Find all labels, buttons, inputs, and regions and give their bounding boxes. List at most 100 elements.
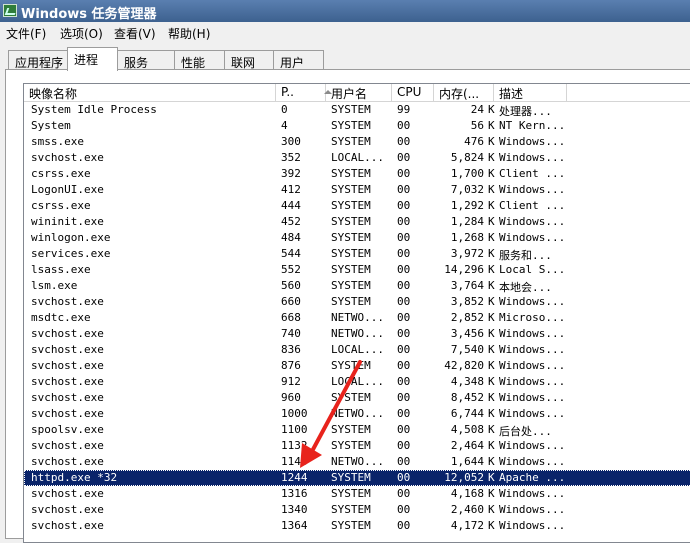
cell-desc: Windows... — [499, 375, 566, 388]
cell-cpu: 00 — [397, 375, 411, 388]
cell-name: wininit.exe — [31, 215, 104, 228]
table-row[interactable]: spoolsv.exe 1100 SYSTEM 00 4,508 K 后台处... — [24, 422, 690, 438]
cell-desc: Windows... — [499, 183, 566, 196]
cell-user: SYSTEM — [331, 503, 371, 516]
cell-mem: 1,292 — [450, 199, 484, 212]
cell-pid: 300 — [281, 135, 301, 148]
cell-user: SYSTEM — [331, 135, 371, 148]
cell-desc: 服务和... — [499, 249, 552, 262]
cell-pid: 960 — [281, 391, 301, 404]
cell-name: System Idle Process — [31, 103, 157, 116]
menu-options[interactable]: 选项(O) — [60, 25, 103, 42]
cell-user: SYSTEM — [331, 295, 371, 308]
col-user-name[interactable]: 用户名 — [326, 84, 392, 101]
col-memory[interactable]: 内存(... — [434, 84, 494, 101]
col-description[interactable]: 描述 — [494, 84, 567, 101]
table-row[interactable]: httpd.exe *32 1244 SYSTEM 00 12,052 K Apache .… — [24, 470, 690, 486]
table-row[interactable]: System Idle Process 0 SYSTEM 99 24 K 处理器... — [24, 102, 690, 118]
menu-help[interactable]: 帮助(H) — [168, 25, 210, 42]
cell-pid: 1000 — [281, 407, 308, 420]
table-row[interactable]: svchost.exe 1364 SYSTEM 00 4,172 K Windows... — [24, 518, 690, 534]
cell-mem: 3,764 — [450, 279, 484, 292]
cell-mem: 3,852 — [450, 295, 484, 308]
tab-strip: 应用程序 进程 服务 性能 联网 用户 — [0, 42, 690, 71]
cell-user: SYSTEM — [331, 103, 371, 116]
cell-cpu: 00 — [397, 151, 411, 164]
menu-view[interactable]: 查看(V) — [114, 25, 156, 42]
table-row[interactable]: svchost.exe 876 SYSTEM 00 42,820 K Windows... — [24, 358, 690, 374]
cell-cpu: 00 — [397, 423, 411, 436]
cell-mem: 24 — [470, 103, 484, 116]
table-row[interactable]: svchost.exe 1316 SYSTEM 00 4,168 K Windows... — [24, 486, 690, 502]
cell-mem: 476 — [464, 135, 484, 148]
cell-user: SYSTEM — [331, 279, 371, 292]
table-row[interactable]: svchost.exe 912 LOCAL... 00 4,348 K Windows... — [24, 374, 690, 390]
table-row[interactable]: lsass.exe 552 SYSTEM 00 14,296 K Local S... — [24, 262, 690, 278]
cell-name: svchost.exe — [31, 407, 104, 420]
cell-cpu: 00 — [397, 439, 411, 452]
cell-user: NETWO... — [331, 455, 384, 468]
cell-cpu: 00 — [397, 295, 411, 308]
table-row[interactable]: svchost.exe 660 SYSTEM 00 3,852 K Windows... — [24, 294, 690, 310]
table-row[interactable]: svchost.exe 740 NETWO... 00 3,456 K Windows... — [24, 326, 690, 342]
cell-cpu: 00 — [397, 343, 411, 356]
cell-name: svchost.exe — [31, 359, 104, 372]
tab-performance[interactable]: 性能 — [174, 50, 225, 70]
cell-pid: 444 — [281, 199, 301, 212]
cell-name: lsm.exe — [31, 279, 78, 292]
cell-desc: Windows... — [499, 519, 566, 532]
table-row[interactable]: svchost.exe 352 LOCAL... 00 5,824 K Windows... — [24, 150, 690, 166]
cell-desc: Windows... — [499, 327, 566, 340]
cell-mem: 4,348 — [450, 375, 484, 388]
tab-users[interactable]: 用户 — [273, 50, 324, 70]
table-row[interactable]: wininit.exe 452 SYSTEM 00 1,284 K Windows... — [24, 214, 690, 230]
cell-cpu: 00 — [397, 407, 411, 420]
table-row[interactable]: svchost.exe 836 LOCAL... 00 7,540 K Windows... — [24, 342, 690, 358]
table-row[interactable]: svchost.exe 1148 NETWO... 00 1,644 K Windows..… — [24, 454, 690, 470]
table-row[interactable]: svchost.exe 1000 NETWO... 00 6,744 K Windows..… — [24, 406, 690, 422]
col-pid[interactable]: P.. — [276, 84, 326, 101]
cell-name: spoolsv.exe — [31, 423, 104, 436]
table-row[interactable]: LogonUI.exe 412 SYSTEM 00 7,032 K Windows... — [24, 182, 690, 198]
cell-pid: 544 — [281, 247, 301, 260]
cell-user: SYSTEM — [331, 183, 371, 196]
tab-applications[interactable]: 应用程序 — [8, 50, 68, 70]
cell-mem: 7,032 — [450, 183, 484, 196]
table-row[interactable]: services.exe 544 SYSTEM 00 3,972 K 服务和... — [24, 246, 690, 262]
cell-mem: 2,460 — [450, 503, 484, 516]
col-cpu[interactable]: CPU — [392, 84, 434, 101]
table-row[interactable]: csrss.exe 444 SYSTEM 00 1,292 K Client ... — [24, 198, 690, 214]
title-bar[interactable]: Windows 任务管理器 — [0, 0, 690, 22]
cell-desc: Local S... — [499, 263, 566, 276]
cell-name: winlogon.exe — [31, 231, 111, 244]
tab-services[interactable]: 服务 — [117, 50, 175, 70]
cell-pid: 1316 — [281, 487, 308, 500]
table-row[interactable]: lsm.exe 560 SYSTEM 00 3,764 K 本地会... — [24, 278, 690, 294]
cell-mem: 8,452 — [450, 391, 484, 404]
cell-desc: 本地会... — [499, 281, 552, 294]
tab-networking[interactable]: 联网 — [224, 50, 274, 70]
col-image-name[interactable]: 映像名称 — [24, 84, 276, 101]
cell-user: SYSTEM — [331, 231, 371, 244]
table-row[interactable]: svchost.exe 960 SYSTEM 00 8,452 K Windows... — [24, 390, 690, 406]
task-manager-icon — [3, 4, 17, 17]
cell-pid: 836 — [281, 343, 301, 356]
menu-file[interactable]: 文件(F) — [6, 25, 46, 42]
tab-processes[interactable]: 进程 — [67, 47, 118, 71]
cell-user: NETWO... — [331, 327, 384, 340]
table-row[interactable]: msdtc.exe 668 NETWO... 00 2,852 K Microso... — [24, 310, 690, 326]
cell-pid: 740 — [281, 327, 301, 340]
cell-desc: Windows... — [499, 503, 566, 516]
process-list[interactable]: 映像名称 P.. 用户名 CPU 内存(... 描述 System Idle P… — [23, 83, 690, 543]
table-row[interactable]: smss.exe 300 SYSTEM 00 476 K Windows... — [24, 134, 690, 150]
table-row[interactable]: svchost.exe 1340 SYSTEM 00 2,460 K Windows... — [24, 502, 690, 518]
table-row[interactable]: csrss.exe 392 SYSTEM 00 1,700 K Client ... — [24, 166, 690, 182]
table-row[interactable]: winlogon.exe 484 SYSTEM 00 1,268 K Windows... — [24, 230, 690, 246]
table-row[interactable]: System 4 SYSTEM 00 56 K NT Kern... — [24, 118, 690, 134]
cell-desc: Windows... — [499, 151, 566, 164]
cell-user: SYSTEM — [331, 263, 371, 276]
cell-cpu: 00 — [397, 487, 411, 500]
cell-pid: 1244 — [281, 471, 308, 484]
table-row[interactable]: svchost.exe 1132 SYSTEM 00 2,464 K Windows... — [24, 438, 690, 454]
cell-mem: 7,540 — [450, 343, 484, 356]
